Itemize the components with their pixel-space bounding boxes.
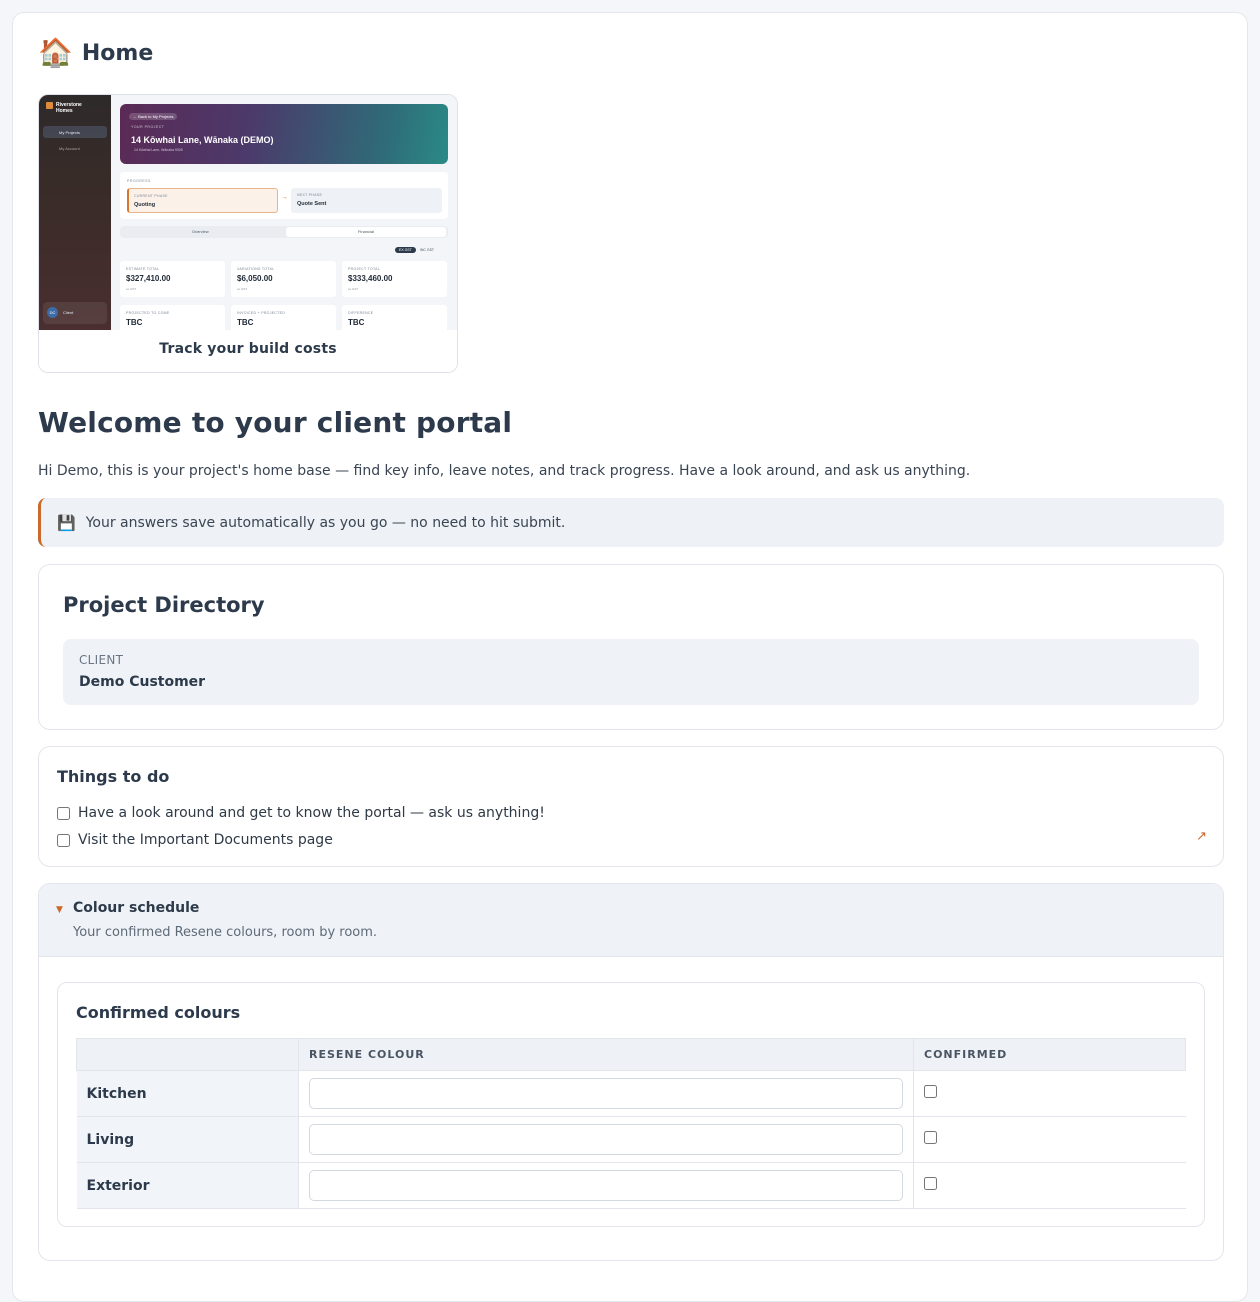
todo-item-label: Visit the Important Documents page [78,832,333,848]
next-phase-value: Quote Sent [297,201,327,207]
preview-progress-label: PROGRESS [127,179,151,183]
confirmed-checkbox[interactable] [924,1085,937,1098]
welcome-intro: Hi Demo, this is your project's home bas… [38,463,971,479]
current-phase-value: Quoting [134,202,156,208]
gst-toggle-inc: INC GST [419,248,435,252]
next-phase-label: NEXT PHASE [297,193,323,197]
preview-brand: Riverstone Homes [56,102,82,114]
room-name: Living [76,1116,299,1163]
preview-user: DC Client [43,302,107,324]
todo-checkbox[interactable] [57,806,70,820]
preview-nav-account: My Account [59,146,80,151]
client-label: CLIENT [79,653,124,667]
caret-down-icon: ▼ [56,905,63,915]
preview-sidebar: Riverstone Homes My Projects My Account … [39,95,111,330]
column-header-room [76,1038,299,1071]
todo-item[interactable]: Visit the Important Documents page [57,832,333,848]
preview-tile: VARIATIONS TOTAL $6,050.00 ex GST [231,261,336,297]
house-icon: 🏠 [38,36,73,69]
todo-item[interactable]: Have a look around and get to know the p… [57,805,545,821]
preview-tile: INVOICED + PROJECTED TBC [231,305,336,330]
autosave-notice: 💾 Your answers save automatically as you… [38,498,1224,547]
tile-note: ex GST [237,287,248,291]
resene-colour-input[interactable] [309,1124,903,1155]
tile-value: TBC [126,318,143,327]
arrow-right-icon: → [281,194,288,201]
tile-label: INVOICED + PROJECTED [237,311,286,315]
column-header-confirmed: CONFIRMED [913,1038,1186,1071]
preview-hero: ← Back to My Projects YOUR PROJECT 14 Kō… [120,104,448,164]
room-name: Exterior [76,1162,299,1209]
cost-tracking-preview-card[interactable]: Riverstone Homes My Projects My Account … [38,94,458,373]
column-header-resene-colour: RESENE COLOUR [298,1038,914,1071]
tile-label: PROJECT TOTAL [348,267,381,271]
tile-value: $327,410.00 [126,274,171,283]
preview-caption[interactable]: Track your build costs [39,341,457,357]
preview-user-name: Client [63,310,74,315]
tile-label: VARIATIONS TOTAL [237,267,275,271]
todo-checkbox[interactable] [57,833,70,847]
todo-item-label: Have a look around and get to know the p… [78,805,545,821]
project-directory: Project Directory CLIENT Demo Customer [38,564,1224,730]
tile-value: TBC [348,318,365,327]
colour-schedule-subtitle: Your confirmed Resene colours, room by r… [73,925,378,940]
preview-screenshot: Riverstone Homes My Projects My Account … [39,95,457,330]
preview-project-address: 14 Kōwhai Lane, Wānaka 9305 [134,148,183,152]
preview-tile: PROJECTED TO COME TBC [120,305,225,330]
things-to-do: Things to do Have a look around and get … [38,746,1224,867]
resene-colour-input[interactable] [309,1078,903,1109]
confirmed-checkbox[interactable] [924,1177,937,1190]
preview-tabs: Overview Financial [120,226,448,238]
preview-tile: PROJECT TOTAL $333,460.00 ex GST [342,261,447,297]
autosave-notice-text: Your answers save automatically as you g… [85,514,566,531]
brand-logo-icon [46,102,53,109]
preview-next-phase: NEXT PHASE Quote Sent [291,188,442,213]
preview-tile: ESTIMATE TOTAL $327,410.00 ex GST [120,261,225,297]
tile-label: DIFFERENCE [348,311,374,315]
project-directory-title: Project Directory [63,593,265,617]
preview-avatar: DC [47,307,58,318]
preview-project-name: 14 Kōwhai Lane, Wānaka (DEMO) [131,135,274,145]
preview-gst-toggle: EX GST INC GST [395,247,438,253]
colour-schedule-toggle[interactable]: ▼ Colour schedule Your confirmed Resene … [39,884,1223,957]
preview-back-link: ← Back to My Projects [129,113,178,120]
preview-progress: PROGRESS CURRENT PHASE Quoting → NEXT PH… [120,172,448,219]
gst-toggle-ex: EX GST [395,247,416,253]
colours-table: RESENE COLOUR CONFIRMED Kitchen Living E… [76,1038,1186,1209]
preview-nav-projects: My Projects [43,126,107,138]
external-link-icon[interactable]: ↗ [1196,829,1207,844]
confirmed-colours-title: Confirmed colours [76,1003,241,1022]
tile-value: $333,460.00 [348,274,393,283]
tile-note: ex GST [348,287,359,291]
tile-value: $6,050.00 [237,274,273,283]
table-row: Living [76,1116,1186,1163]
confirmed-colours-card: Confirmed colours RESENE COLOUR CONFIRME… [57,982,1205,1227]
page-title: Home [81,40,154,66]
current-phase-label: CURRENT PHASE [134,194,168,198]
preview-tab-financial: Financial [286,227,446,237]
welcome-heading: Welcome to your client portal [38,406,513,439]
things-to-do-title: Things to do [57,767,170,786]
tile-label: ESTIMATE TOTAL [126,267,160,271]
confirmed-checkbox[interactable] [924,1131,937,1144]
resene-colour-input[interactable] [309,1170,903,1201]
table-row: Kitchen [76,1070,1186,1117]
tile-label: PROJECTED TO COME [126,311,170,315]
page-header: 🏠 Home [38,38,153,68]
preview-tab-overview: Overview [192,229,209,234]
colour-schedule: ▼ Colour schedule Your confirmed Resene … [38,883,1224,1261]
client-field: CLIENT Demo Customer [63,639,1199,705]
table-row: Exterior [76,1162,1186,1209]
room-name: Kitchen [76,1070,299,1117]
floppy-disk-icon: 💾 [57,513,76,532]
table-header-row: RESENE COLOUR CONFIRMED [76,1038,1186,1071]
preview-project-label: YOUR PROJECT [131,125,165,129]
tile-value: TBC [237,318,254,327]
preview-current-phase: CURRENT PHASE Quoting [127,188,278,213]
page-container: 🏠 Home Riverstone Homes My Projects My A… [12,12,1248,1302]
colour-schedule-title: Colour schedule [73,900,200,916]
preview-tile: DIFFERENCE TBC [342,305,447,330]
client-value: Demo Customer [79,674,206,690]
tile-note: ex GST [126,287,137,291]
